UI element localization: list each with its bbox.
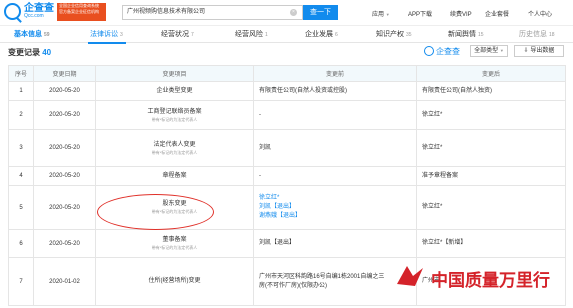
- row-date: 2020-05-20: [33, 229, 96, 258]
- row-note: 带有*标记的为法定代表人: [151, 149, 198, 155]
- col-header-item: 变更项目: [95, 65, 254, 82]
- col-header-after: 变更后: [416, 65, 566, 82]
- shareholder-link[interactable]: 刘凯【退出】: [259, 203, 416, 212]
- row-index: 4: [8, 166, 34, 186]
- row-index: 6: [8, 229, 34, 258]
- top-header: 企查查 Qcc.com 全国企业信用查询系统 官方备案企业征信机构 广州视频购信…: [0, 0, 573, 26]
- nav-apps[interactable]: 应用 ▼: [372, 9, 390, 18]
- nav-enterprise-package[interactable]: 企业套餐: [485, 9, 509, 18]
- table-row: 4 2020-05-20 章程备案 - 准予章程备案: [8, 166, 566, 186]
- row-date: 2020-05-20: [33, 129, 96, 167]
- tab-development[interactable]: 企业发展 6: [305, 29, 338, 39]
- row-index: 1: [8, 81, 34, 101]
- row-after: 有限责任公司(自然人独资): [416, 81, 566, 101]
- row-after[interactable]: 徐立红*: [416, 129, 566, 167]
- row-after[interactable]: 徐立红*: [416, 185, 566, 230]
- row-item: 企业类型变更: [95, 81, 254, 101]
- row-item: 董事备案 带有*标记的为法定代表人: [95, 229, 254, 258]
- detail-tabs: 基本信息 59 法律诉讼 3 经营状况 7 经营风险 1 企业发展 6 知识产权…: [0, 29, 573, 43]
- tab-basic-info[interactable]: 基本信息 59: [14, 29, 50, 39]
- search-button[interactable]: 查一下: [303, 5, 338, 20]
- news-watermark: 中国质量万里行: [431, 271, 550, 291]
- row-date: 2020-01-02: [33, 257, 96, 306]
- tab-ip[interactable]: 知识产权 35: [376, 29, 412, 39]
- export-button[interactable]: ⇩ 导出数据: [514, 45, 564, 57]
- table-row: 1 2020-05-20 企业类型变更 有限责任公司(自然人投资或控股) 有限责…: [8, 81, 566, 101]
- table-row: 3 2020-05-20 法定代表人变更 带有*标记的为法定代表人 刘凯 徐立红*: [8, 129, 566, 167]
- clear-icon[interactable]: ×: [290, 9, 297, 16]
- chevron-down-icon: ▼: [385, 12, 390, 17]
- col-header-before: 变更前: [253, 65, 417, 82]
- row-item: 工商登记联络员备案 带有*标记的为法定代表人: [95, 100, 254, 130]
- qcc-watermark-icon: [424, 46, 434, 56]
- active-tab-underline: [88, 42, 126, 44]
- row-item: 章程备案: [95, 166, 254, 186]
- nav-user-center[interactable]: 个人中心: [528, 9, 552, 18]
- row-index: 7: [8, 257, 34, 306]
- tab-history[interactable]: 历史信息 18: [519, 29, 555, 39]
- table-row: 6 2020-05-20 董事备案 带有*标记的为法定代表人 刘凯【退出】 徐立红…: [8, 229, 566, 258]
- shareholder-link[interactable]: 徐立红*: [259, 194, 416, 203]
- news-logo-icon: [397, 266, 423, 286]
- row-before: 广州市天河区科韵路16号自编1栋2001自编之三 房(不可作厂房)(仅限办公): [253, 257, 417, 306]
- row-note: 带有*标记的为法定代表人: [151, 245, 198, 250]
- nav-app-download[interactable]: APP下载: [408, 9, 432, 18]
- row-after[interactable]: 徐立红*【新增】: [416, 229, 566, 258]
- tab-news[interactable]: 新闻舆情 15: [448, 29, 484, 39]
- table-header-row: 序号 变更日期 变更项目 变更前 变更后: [8, 65, 566, 82]
- tab-operations[interactable]: 经营状况 7: [161, 29, 194, 39]
- search-input[interactable]: 广州视频购信息技术有限公司: [122, 5, 303, 20]
- col-header-date: 变更日期: [33, 65, 96, 82]
- tab-lawsuits[interactable]: 法律诉讼 3: [90, 29, 123, 39]
- row-index: 2: [8, 100, 34, 130]
- row-index: 5: [8, 185, 34, 230]
- row-before[interactable]: 刘凯【退出】: [253, 229, 417, 258]
- table-row: 5 2020-05-20 股东变更 带有*标记的为法定代表人 徐立红* 刘凯【退出…: [8, 185, 566, 230]
- row-before[interactable]: 刘凯: [253, 129, 417, 167]
- qcc-watermark-text: 企查查: [436, 47, 460, 56]
- magnifier-logo-icon: [4, 3, 21, 20]
- qcc-logo[interactable]: 企查查 Qcc.com: [4, 3, 54, 20]
- nav-renew-vip[interactable]: 续费VIP: [450, 9, 472, 18]
- tab-risks[interactable]: 经营风险 1: [235, 29, 268, 39]
- row-before: 有限责任公司(自然人投资或控股): [253, 81, 417, 101]
- row-before: 徐立红* 刘凯【退出】 谢燕娥【退出】: [253, 185, 417, 230]
- type-filter-select[interactable]: 全部类型 ▼: [470, 45, 508, 57]
- address-line: 房(不可作厂房)(仅限办公): [259, 282, 327, 289]
- chevron-down-icon: ▼: [499, 48, 504, 53]
- row-note: 带有*标记的为法定代表人: [151, 116, 198, 122]
- annotation-ellipse: [97, 194, 214, 230]
- shareholder-link[interactable]: 谢燕娥【退出】: [259, 212, 416, 221]
- tagline-badge: 全国企业信用查询系统 官方备案企业征信机构: [57, 3, 106, 21]
- col-header-index: 序号: [8, 65, 34, 82]
- logo-en: Qcc.com: [24, 13, 44, 19]
- row-item: 住所(经营场所)变更: [95, 257, 254, 306]
- row-after[interactable]: 徐立红*: [416, 100, 566, 130]
- section-title: 变更记录 40: [8, 48, 52, 57]
- export-icon: ⇩: [523, 48, 529, 54]
- row-after: 准予章程备案: [416, 166, 566, 186]
- row-before: -: [253, 100, 417, 130]
- row-date: 2020-05-20: [33, 166, 96, 186]
- address-line: 广州市天河区科韵路16号自编1栋2001自编之三: [259, 273, 385, 280]
- row-index: 3: [8, 129, 34, 167]
- row-item: 法定代表人变更 带有*标记的为法定代表人: [95, 129, 254, 167]
- row-date: 2020-05-20: [33, 185, 96, 230]
- row-date: 2020-05-20: [33, 81, 96, 101]
- row-date: 2020-05-20: [33, 100, 96, 130]
- row-before: -: [253, 166, 417, 186]
- table-row: 2 2020-05-20 工商登记联络员备案 带有*标记的为法定代表人 - 徐立红…: [8, 100, 566, 130]
